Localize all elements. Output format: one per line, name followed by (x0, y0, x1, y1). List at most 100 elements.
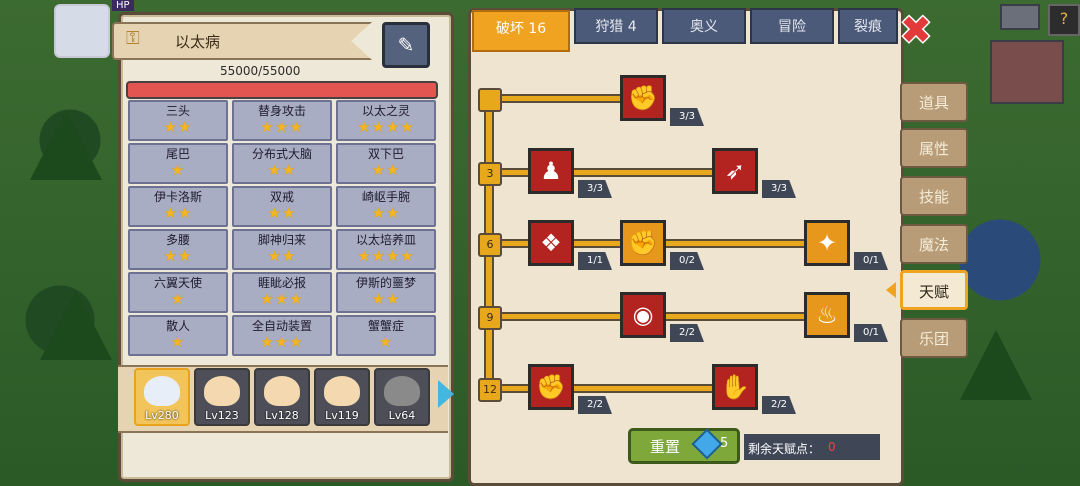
trait-cell[interactable]: 六翼天使 ★ (128, 272, 228, 313)
house-decoration (990, 40, 1064, 104)
talent-orb-icon[interactable]: ◉ (620, 292, 666, 338)
talent-flame-icon[interactable]: ♨ (804, 292, 850, 338)
scroll-right-arrow-icon[interactable] (438, 380, 454, 408)
tree-root-node (478, 88, 502, 112)
trait-stars: ★★ (163, 247, 193, 265)
tab-adventure[interactable]: 冒险 (750, 8, 834, 44)
trait-stars: ★★★ (260, 290, 304, 308)
hero-slot[interactable]: Lv123 (194, 368, 250, 426)
trait-name: 散人 (165, 319, 190, 333)
trait-cell[interactable]: 脚神归来 ★★ (232, 229, 332, 270)
tab-hunt[interactable]: 狩猎 4 (574, 8, 658, 44)
trait-stars: ★★ (163, 118, 193, 136)
talent-arrow-icon[interactable]: ➶ (712, 148, 758, 194)
tree-branch (490, 96, 620, 101)
tab-arcane[interactable]: 奥义 (662, 8, 746, 44)
trait-cell[interactable]: 分布式大脑 ★★ (232, 143, 332, 184)
side-tab-skills[interactable]: 技能 (900, 176, 968, 216)
talent-fist-icon[interactable]: ✊ (528, 364, 574, 410)
trait-cell[interactable]: 以太之灵 ★★★★ (336, 100, 436, 141)
hero-slot[interactable]: Lv128 (254, 368, 310, 426)
hero-level: Lv128 (265, 409, 299, 422)
trait-name: 双戒 (269, 190, 294, 204)
player-avatar[interactable] (54, 4, 110, 58)
trait-stars: ★★ (267, 204, 297, 222)
remaining-points-label: 剩余天赋点： (748, 442, 821, 456)
side-tab-talent[interactable]: 天赋 (900, 270, 968, 310)
hero-level: Lv123 (205, 409, 239, 422)
hero-slot[interactable]: Lv280 (134, 368, 190, 426)
trait-cell[interactable]: 三头 ★★ (128, 100, 228, 141)
active-tab-arrow-icon (886, 282, 896, 298)
trait-stars: ★ (170, 333, 186, 351)
trait-name: 伊卡洛斯 (153, 190, 202, 204)
trait-name: 崎岖手腕 (361, 190, 410, 204)
tab-rift[interactable]: 裂痕 (838, 8, 898, 44)
trait-name: 伊斯的噩梦 (355, 276, 416, 290)
hero-portrait (204, 376, 240, 406)
trait-cell[interactable]: 替身攻击 ★★★ (232, 100, 332, 141)
trait-cell[interactable]: 以太培养皿 ★★★★ (336, 229, 436, 270)
tree-branch (490, 170, 720, 175)
hero-slot[interactable]: Lv64 (374, 368, 430, 426)
talent-spark-icon[interactable]: ✦ (804, 220, 850, 266)
trait-cell[interactable]: 蟹蟹症 ★ (336, 315, 436, 356)
talent-body-icon[interactable]: ♟ (528, 148, 574, 194)
side-tab-band[interactable]: 乐团 (900, 318, 968, 358)
trait-grid: 三头 ★★ 替身攻击 ★★★ 以太之灵 ★★★★ 尾巴 ★ 分布式大脑 ★★ 双下巴 ★★ … (128, 100, 438, 358)
trait-name: 多腰 (165, 233, 190, 247)
close-icon[interactable]: ✖ (900, 11, 932, 49)
trait-stars: ★★ (267, 161, 297, 179)
talent-cards-icon[interactable]: ❖ (528, 220, 574, 266)
trait-name: 分布式大脑 (251, 147, 312, 161)
hero-slot[interactable]: Lv119 (314, 368, 370, 426)
trait-stars: ★★★★ (357, 247, 415, 265)
side-tab-attributes[interactable]: 属性 (900, 128, 968, 168)
trait-cell[interactable]: 伊斯的噩梦 ★★ (336, 272, 436, 313)
trait-cell[interactable]: 散人 ★ (128, 315, 228, 356)
tree-branch (490, 386, 720, 391)
trait-cell[interactable]: 睚眦必报 ★★★ (232, 272, 332, 313)
syringe-icon: ✎ (397, 33, 415, 57)
hero-portrait (264, 376, 300, 406)
tier-label: 12 (478, 378, 502, 402)
trait-stars: ★★ (371, 161, 401, 179)
hud-level-badge: HP (112, 0, 134, 11)
trait-cell[interactable]: 多腰 ★★ (128, 229, 228, 270)
syringe-button[interactable]: ✎ (382, 22, 430, 68)
trait-cell[interactable]: 双戒 ★★ (232, 186, 332, 227)
trait-stars: ★★★★ (357, 118, 415, 136)
remaining-points-value: 0 (828, 440, 836, 454)
tab-destroy[interactable]: 破坏 16 (472, 10, 570, 52)
trait-name: 睚眦必报 (257, 276, 306, 290)
hero-portrait (324, 376, 360, 406)
hero-portrait (144, 376, 180, 406)
hero-portrait (384, 376, 420, 406)
trait-cell[interactable]: 崎岖手腕 ★★ (336, 186, 436, 227)
talent-punch-icon[interactable]: ✊ (620, 220, 666, 266)
tree-decoration (40, 290, 112, 360)
trait-stars: ★ (170, 161, 186, 179)
trait-cell[interactable]: 尾巴 ★ (128, 143, 228, 184)
trait-cell[interactable]: 全自动装置 ★★★ (232, 315, 332, 356)
side-tab-items[interactable]: 道具 (900, 82, 968, 122)
tree-decoration (30, 110, 102, 180)
tier-label: 3 (478, 162, 502, 186)
talent-armwrestle-icon[interactable]: ✊ (620, 75, 666, 121)
trait-stars: ★★ (371, 204, 401, 222)
side-tab-magic[interactable]: 魔法 (900, 224, 968, 264)
reset-cost: 5 (720, 436, 729, 451)
trait-stars: ★★ (163, 204, 193, 222)
trait-stars: ★★★ (260, 118, 304, 136)
tree-decoration (960, 330, 1032, 400)
talent-hand-icon[interactable]: ✋ (712, 364, 758, 410)
trait-cell[interactable]: 双下巴 ★★ (336, 143, 436, 184)
trait-cell[interactable]: 伊卡洛斯 ★★ (128, 186, 228, 227)
hp-bar-fill (128, 83, 436, 97)
hero-level: Lv119 (325, 409, 359, 422)
reset-button-label: 重置 (650, 438, 681, 456)
trait-name: 脚神归来 (257, 233, 306, 247)
key-icon: ⚿ (126, 28, 140, 49)
help-icon[interactable]: ? (1048, 4, 1080, 36)
trait-name: 六翼天使 (153, 276, 202, 290)
